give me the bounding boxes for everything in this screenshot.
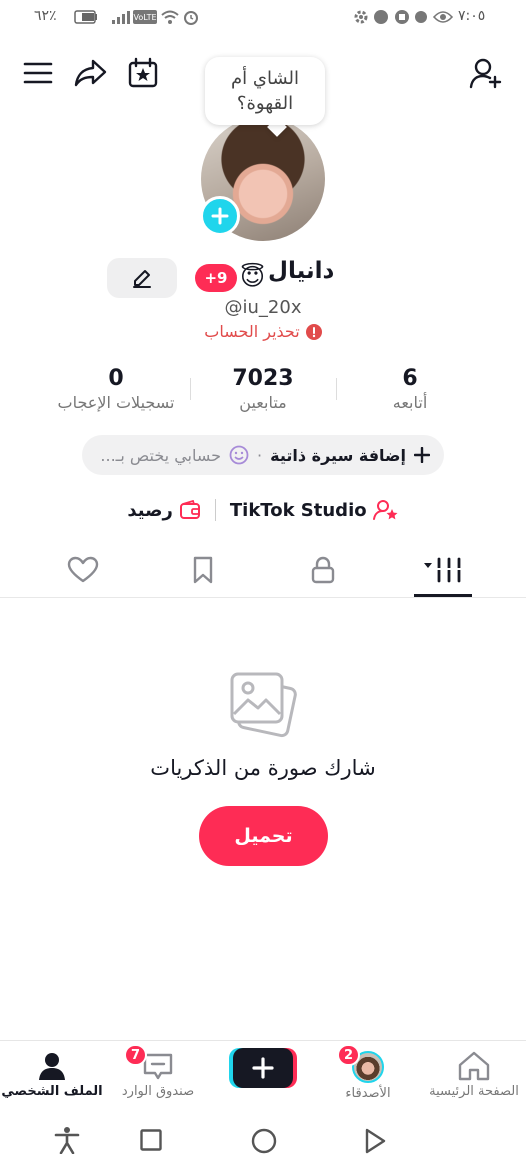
creator-star-icon [372, 499, 399, 521]
accessibility-button[interactable] [54, 1126, 80, 1154]
circle-icon [251, 1128, 277, 1154]
friends-count-badge: 2 [337, 1044, 361, 1066]
share-arrow-icon [74, 59, 107, 87]
tab-videos[interactable] [414, 548, 474, 592]
inbox-count-badge: 7 [124, 1044, 148, 1066]
profile-icon [39, 1053, 65, 1080]
create-button[interactable] [233, 1048, 293, 1088]
tab-saved[interactable] [173, 548, 233, 592]
add-user-icon [469, 58, 502, 89]
settings-status-icon [354, 10, 368, 24]
add-friend-button[interactable] [468, 55, 504, 91]
pencil-icon [133, 270, 151, 288]
share-button[interactable] [72, 55, 108, 91]
clock-text: ٧:٠٥ [458, 8, 486, 24]
nav-inbox[interactable]: صندوق الوارد 7 [108, 1041, 208, 1107]
plus-icon [414, 447, 430, 463]
status-bar: ٦٢٪ VoLTE ٧:٠٥ [0, 0, 526, 36]
smile-icon [229, 445, 249, 465]
volte-icon: VoLTE [133, 10, 157, 24]
tab-private[interactable] [293, 548, 353, 592]
app-notification-icon [394, 10, 410, 24]
recent-apps-button[interactable] [140, 1129, 162, 1151]
system-navigation [0, 1110, 526, 1169]
home-system-button[interactable] [251, 1128, 277, 1154]
nav-friends[interactable]: الأصدقاء 2 [318, 1041, 418, 1107]
add-story-button[interactable] [200, 196, 240, 236]
tab-liked[interactable] [53, 548, 113, 592]
warning-icon [305, 323, 322, 340]
nav-profile-label: الملف الشخصي [1, 1084, 103, 1099]
following-label: أتابعه [392, 393, 428, 412]
level-badge[interactable]: +9 [195, 264, 237, 292]
nav-home[interactable]: الصفحة الرئيسية [424, 1041, 524, 1107]
studio-button[interactable]: TikTok Studio [230, 499, 399, 521]
lock-icon [311, 556, 335, 584]
stat-followers[interactable]: 7023 متابعين [188, 366, 338, 412]
balance-button[interactable]: رصيد [127, 500, 201, 521]
likes-label: تسجيلات الإعجاب [57, 393, 175, 412]
row-divider [214, 499, 216, 521]
battery-text: ٦٢٪ [34, 8, 57, 24]
note-bubble[interactable]: الشاي أم القهوة؟ [205, 57, 325, 125]
nav-inbox-label: صندوق الوارد [121, 1084, 195, 1099]
likes-count: 0 [108, 366, 124, 391]
upload-button[interactable]: تحميل [199, 806, 328, 866]
app-notification-icon [372, 10, 390, 24]
edit-profile-button[interactable] [107, 258, 177, 298]
following-count: 6 [402, 366, 418, 391]
bio-separator: · [257, 445, 263, 465]
stat-following[interactable]: 6 أتابعه [335, 366, 485, 412]
photos-icon [226, 670, 300, 740]
studio-label: TikTok Studio [229, 499, 367, 521]
bio-placeholder: حسابي يختص بـ... [100, 445, 222, 465]
stat-likes[interactable]: 0 تسجيلات الإعجاب [41, 366, 191, 412]
signal-icon [111, 10, 131, 24]
eye-icon [433, 10, 453, 24]
hamburger-icon [23, 62, 53, 84]
followers-count: 7023 [232, 366, 294, 391]
back-button[interactable] [364, 1128, 386, 1154]
nav-friends-label: الأصدقاء [345, 1086, 391, 1101]
videos-grid-icon [424, 557, 461, 583]
svg-text:VoLTE: VoLTE [133, 13, 156, 22]
bio-add-label: إضافة سيرة ذاتية [270, 445, 406, 465]
content-tabs [0, 548, 526, 598]
account-warning[interactable]: تحذير الحساب [0, 322, 526, 341]
calendar-star-icon [128, 57, 158, 88]
triangle-back-icon [365, 1128, 386, 1154]
home-icon [458, 1051, 490, 1081]
menu-button[interactable] [20, 55, 56, 91]
square-icon [140, 1129, 162, 1151]
wifi-icon [160, 9, 180, 25]
wallet-icon [179, 500, 201, 520]
profile-name: دانيال [268, 258, 335, 284]
add-bio-button[interactable]: حسابي يختص بـ... · إضافة سيرة ذاتية [82, 435, 444, 475]
accessibility-icon [54, 1127, 80, 1154]
nav-profile[interactable]: الملف الشخصي [1, 1041, 103, 1107]
plus-icon [211, 207, 229, 225]
bookmark-icon [193, 556, 213, 584]
calendar-button[interactable] [125, 55, 161, 91]
nav-home-label: الصفحة الرئيسية [429, 1084, 519, 1099]
plus-icon [252, 1057, 274, 1079]
alarm-icon [183, 9, 199, 25]
profile-username: @iu_20x [224, 297, 302, 318]
studio-row: رصيد TikTok Studio [0, 496, 526, 524]
empty-state-title: شارك صورة من الذكريات [150, 756, 376, 780]
warning-text: تحذير الحساب [204, 322, 300, 341]
followers-label: متابعين [239, 393, 287, 412]
heart-icon [67, 556, 99, 583]
battery-icon [74, 10, 98, 24]
halo-emoji: 😇 [240, 263, 266, 291]
message-status-icon [414, 10, 428, 24]
active-tab-indicator [414, 594, 472, 597]
balance-label: رصيد [127, 499, 173, 521]
